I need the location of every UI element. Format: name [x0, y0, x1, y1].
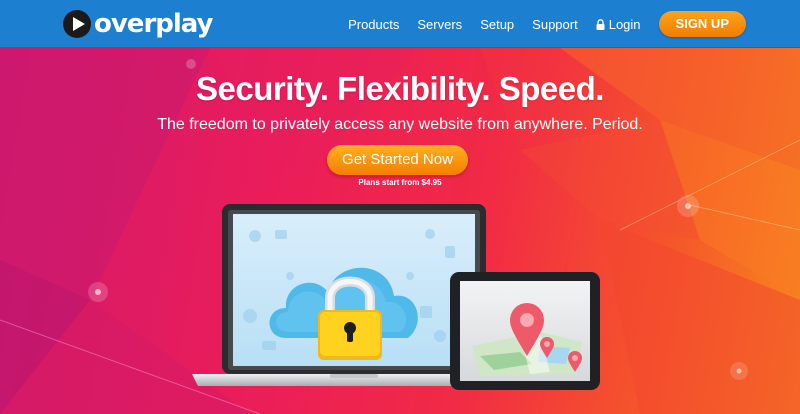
brand-name: overplay — [94, 9, 213, 39]
hero-section: Security. Flexibility. Speed. The freedo… — [0, 0, 800, 414]
devices-illustration — [192, 204, 600, 390]
nav-item-servers[interactable]: Servers — [417, 17, 462, 32]
nav-menu: Products Servers Setup Support Login SIG… — [348, 0, 800, 48]
login-label: Login — [608, 16, 641, 32]
get-started-button[interactable]: Get Started Now — [327, 145, 468, 175]
nav-item-products[interactable]: Products — [348, 17, 399, 32]
hero-subheadline: The freedom to privately access any webs… — [157, 116, 643, 133]
top-navbar: overplay Products Servers Setup Support … — [0, 0, 800, 48]
plans-price-note: Plans start from $4.95 — [358, 178, 442, 187]
nav-item-setup[interactable]: Setup — [480, 17, 514, 32]
tablet-illustration — [450, 272, 600, 390]
nav-item-support[interactable]: Support — [532, 17, 578, 32]
lock-icon — [596, 18, 605, 30]
signup-button[interactable]: SIGN UP — [658, 11, 746, 37]
hero-headline: Security. Flexibility. Speed. — [196, 70, 604, 107]
brand-logo[interactable]: overplay — [62, 9, 213, 39]
login-link[interactable]: Login — [596, 17, 641, 32]
play-logo-icon — [63, 10, 91, 38]
